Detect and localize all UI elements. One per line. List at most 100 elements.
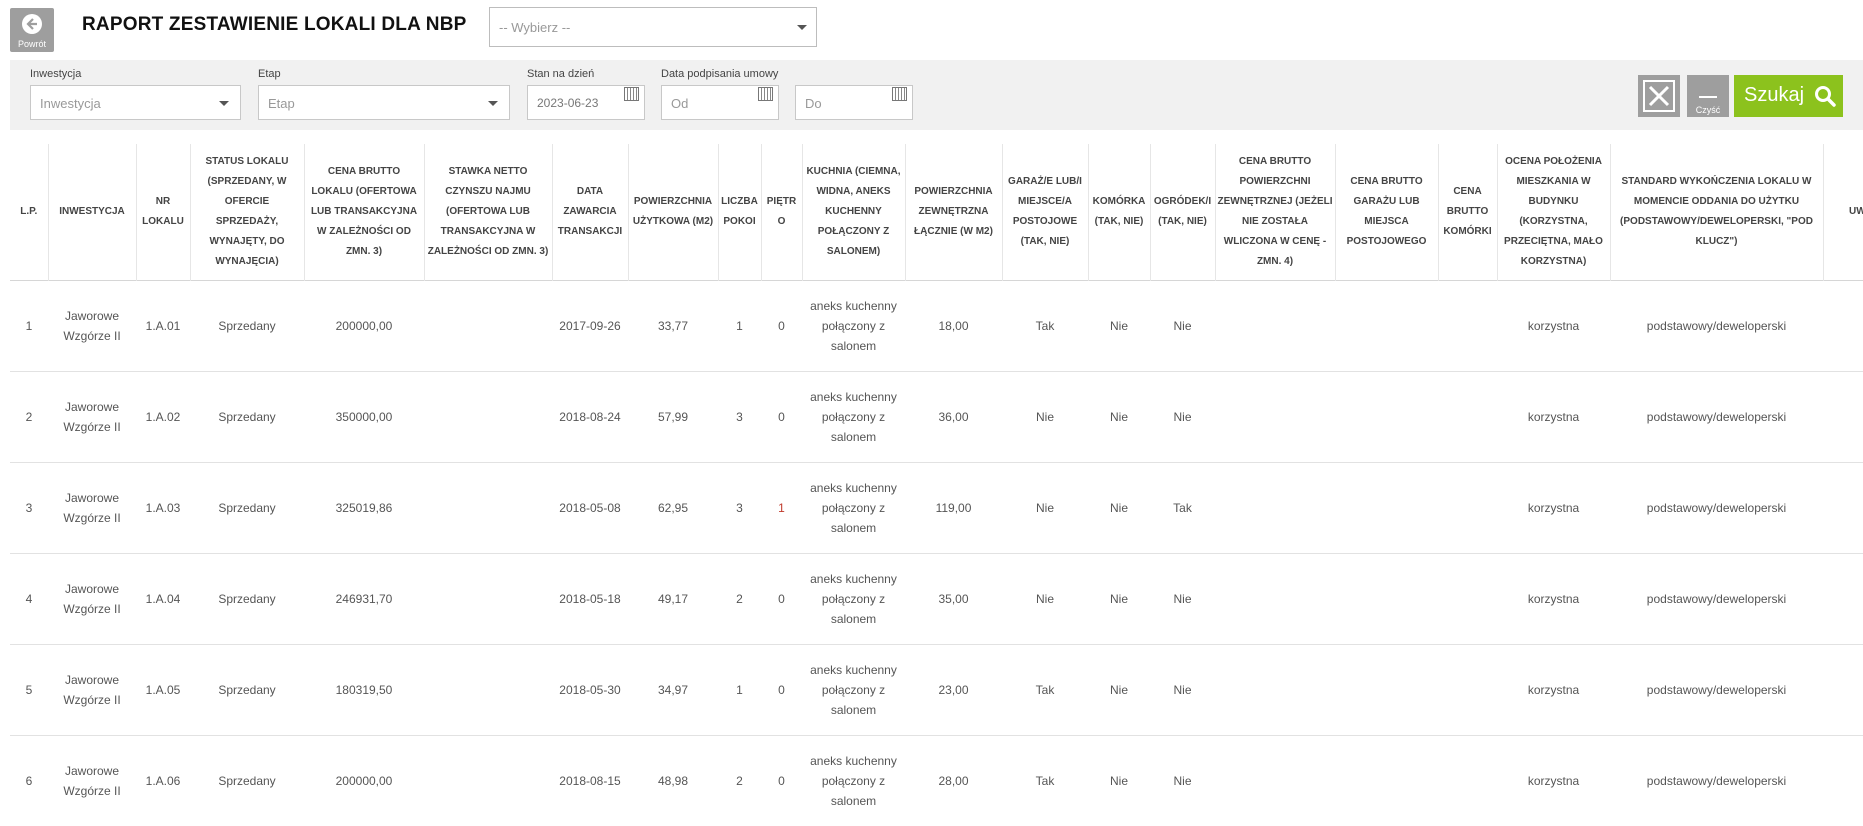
investment-select[interactable]: Inwestycja: [30, 85, 241, 120]
column-header[interactable]: KUCHNIA (CIEMNA, WIDNA, ANEKS KUCHENNY P…: [802, 144, 906, 281]
table-cell: 3: [25, 501, 33, 515]
table-cell: aneks kuchenny połączony z salonem: [810, 572, 897, 626]
table-row[interactable]: 3 Jaworowe Wzgórze II 1.A.03 Sprzedany 32501…: [10, 463, 1863, 554]
table-cell: Sprzedany: [218, 410, 276, 424]
column-header[interactable]: KOMÓRKA (TAK, NIE): [1088, 144, 1151, 281]
table-row[interactable]: 6 Jaworowe Wzgórze II 1.A.06 Sprzedany 20000…: [10, 736, 1863, 826]
report-select-value: -- Wybierz --: [499, 20, 571, 35]
chevron-down-icon: [219, 101, 229, 106]
table-cell: [424, 736, 552, 826]
stage-placeholder: Etap: [268, 96, 295, 111]
column-header[interactable]: OGRÓDEK/I (TAK, NIE): [1150, 144, 1216, 281]
date-to-input[interactable]: Do: [795, 85, 913, 120]
column-header[interactable]: GARAŻ/E LUB/I MIEJSCE/A POSTOJOWE (TAK, …: [1002, 144, 1089, 281]
column-header[interactable]: OCENA POŁOŻENIA MIESZKANIA W BUDYNKU (KO…: [1497, 144, 1611, 281]
calendar-icon[interactable]: [624, 87, 639, 101]
table-cell: Nie: [1173, 774, 1192, 788]
table-cell: [1335, 372, 1438, 463]
table-cell: podstawowy/deweloperski: [1646, 319, 1787, 333]
table-cell: [1438, 554, 1497, 645]
table-cell: Tak: [1035, 319, 1055, 333]
column-header[interactable]: L.P.: [10, 144, 49, 281]
column-header[interactable]: STANDARD WYKOŃCZENIA LOKALU W MOMENCIE O…: [1610, 144, 1824, 281]
column-header[interactable]: DATA ZAWARCIA TRANSAKCJI: [552, 144, 629, 281]
back-button[interactable]: Powrót: [10, 8, 54, 52]
column-header[interactable]: STATUS LOKALU (SPRZEDANY, W OFERCIE SPRZ…: [190, 144, 305, 281]
report-table-container: L.P. INWESTYCJA NR LOKALU STATUS LOKALU (SP…: [10, 144, 1863, 826]
table-cell: [1438, 372, 1497, 463]
arrow-left-icon: [22, 14, 42, 34]
calendar-icon[interactable]: [758, 87, 773, 101]
report-select[interactable]: -- Wybierz --: [489, 7, 817, 47]
table-cell: aneks kuchenny połączony z salonem: [810, 754, 897, 808]
table-cell: 6: [25, 774, 33, 788]
table-cell: Jaworowe Wzgórze II: [63, 309, 121, 343]
stage-select[interactable]: Etap: [258, 85, 510, 120]
table-row[interactable]: 1 Jaworowe Wzgórze II 1.A.01 Sprzedany 20000…: [10, 281, 1863, 372]
table-cell: Nie: [1173, 592, 1192, 606]
table-cell: [1215, 281, 1335, 372]
search-button[interactable]: Szukaj: [1734, 75, 1843, 117]
column-header[interactable]: PIĘTRO: [761, 144, 803, 281]
table-cell: korzystna: [1527, 319, 1580, 333]
table-cell: Nie: [1109, 592, 1128, 606]
table-cell: 1.A.03: [145, 501, 181, 515]
table-cell: [1335, 645, 1438, 736]
column-header[interactable]: CENA BRUTTO KOMÓRKI: [1438, 144, 1498, 281]
table-row[interactable]: 5 Jaworowe Wzgórze II 1.A.05 Sprzedany 18031…: [10, 645, 1863, 736]
table-cell: [1215, 463, 1335, 554]
date-from-input[interactable]: Od: [661, 85, 779, 120]
table-row[interactable]: 4 Jaworowe Wzgórze II 1.A.04 Sprzedany 24693…: [10, 554, 1863, 645]
table-cell: 1: [736, 319, 743, 333]
search-icon: [1815, 86, 1836, 107]
calendar-icon[interactable]: [892, 87, 907, 101]
table-cell: Nie: [1109, 410, 1128, 424]
table-cell: 34,97: [657, 683, 689, 697]
table-cell: 0: [778, 774, 785, 788]
table-cell: aneks kuchenny połączony z salonem: [810, 481, 897, 535]
table-header-row: L.P. INWESTYCJA NR LOKALU STATUS LOKALU (SP…: [10, 144, 1863, 281]
excel-icon: [1643, 80, 1675, 112]
table-cell: 1.A.04: [145, 592, 181, 606]
export-excel-button[interactable]: [1638, 75, 1680, 117]
table-cell: Sprzedany: [218, 683, 276, 697]
table-cell: Nie: [1035, 410, 1054, 424]
table-cell: 4: [25, 592, 33, 606]
clear-button[interactable]: Czyść: [1687, 75, 1729, 117]
table-cell: 62,95: [657, 501, 689, 515]
table-cell: [1438, 736, 1497, 826]
search-label: Szukaj: [1744, 84, 1805, 106]
table-cell: 33,77: [657, 319, 689, 333]
table-cell: [1335, 736, 1438, 826]
column-header[interactable]: POWIERZCHNIA UŻYTKOWA (M2): [628, 144, 719, 281]
table-cell: Sprzedany: [218, 774, 276, 788]
column-header[interactable]: NR LOKALU: [136, 144, 191, 281]
table-cell: aneks kuchenny połączony z salonem: [810, 390, 897, 444]
column-header[interactable]: CENA BRUTTO POWIERZCHNI ZEWNĘTRZNEJ (JEŻ…: [1215, 144, 1336, 281]
date-input[interactable]: 2023-06-23: [527, 85, 645, 120]
table-cell: 350000,00: [335, 410, 393, 424]
column-header[interactable]: LICZBA POKOI: [718, 144, 762, 281]
table-cell: Jaworowe Wzgórze II: [63, 764, 121, 798]
table-cell: 48,98: [657, 774, 689, 788]
column-header[interactable]: UWAGI: [1823, 144, 1863, 281]
column-header[interactable]: STAWKA NETTO CZYNSZU NAJMU (OFERTOWA LUB…: [424, 144, 553, 281]
table-cell: podstawowy/deweloperski: [1646, 683, 1787, 697]
table-cell: 119,00: [935, 501, 972, 515]
table-cell: Sprzedany: [218, 319, 276, 333]
table-cell: Tak: [1173, 501, 1192, 515]
table-cell: [1215, 645, 1335, 736]
table-cell: Nie: [1173, 410, 1192, 424]
column-header[interactable]: CENA BRUTTO GARAŻU LUB MIEJSCA POSTOJOWE…: [1335, 144, 1439, 281]
table-cell: 200000,00: [335, 319, 393, 333]
table-cell: [1335, 463, 1438, 554]
column-header[interactable]: CENA BRUTTO LOKALU (OFERTOWA LUB TRANSAK…: [304, 144, 425, 281]
column-header[interactable]: INWESTYCJA: [48, 144, 137, 281]
table-cell: korzystna: [1527, 774, 1580, 788]
top-bar: Powrót RAPORT ZESTAWIENIE LOKALI DLA NBP…: [0, 0, 1863, 58]
table-cell: 2018-08-15: [559, 774, 621, 788]
table-row[interactable]: 2 Jaworowe Wzgórze II 1.A.02 Sprzedany 35000…: [10, 372, 1863, 463]
table-cell: 2: [736, 774, 743, 788]
table-cell: Sprzedany: [218, 592, 276, 606]
column-header[interactable]: POWIERZCHNIA ZEWNĘTRZNA ŁĄCZNIE (W M2): [905, 144, 1003, 281]
